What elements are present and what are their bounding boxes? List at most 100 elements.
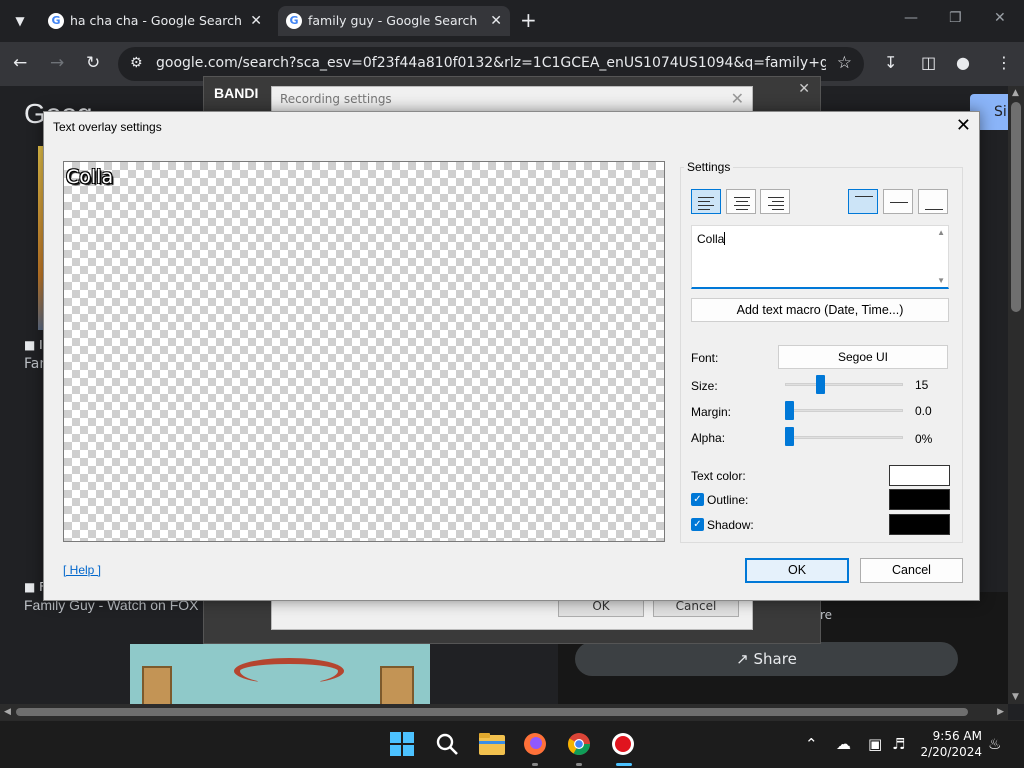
bandicam-close-icon[interactable]: ✕ [798, 81, 810, 97]
scroll-thumb[interactable] [16, 708, 968, 716]
alpha-slider[interactable] [785, 436, 903, 439]
share-button[interactable]: ↗ Share [575, 642, 958, 676]
url-text[interactable]: google.com/search?sca_esv=0f23f44a810f01… [156, 55, 826, 71]
google-favicon-icon: G [48, 13, 64, 29]
firefox-icon[interactable] [522, 731, 550, 759]
text-caret [724, 232, 726, 245]
margin-label: Margin: [691, 405, 732, 419]
preview-text: Colla [66, 166, 114, 188]
clock-time: 9:56 AM [932, 729, 982, 743]
scroll-thumb[interactable] [1011, 102, 1021, 312]
wreath-shape [234, 658, 344, 684]
settings-legend: Settings [684, 160, 734, 174]
size-slider-thumb[interactable] [815, 375, 825, 394]
tab-strip: ▼ G ha cha cha - Google Search ✕ G famil… [0, 0, 1024, 42]
size-slider[interactable] [785, 383, 903, 386]
alpha-value: 0% [915, 432, 933, 446]
outline-color-swatch[interactable] [889, 489, 950, 510]
overlay-preview: Colla [63, 161, 665, 542]
firefox-running-indicator [532, 763, 538, 766]
bandicam-record-icon[interactable] [610, 731, 638, 759]
restore-button[interactable]: ❐ [949, 10, 962, 26]
shadow-label[interactable]: Shadow: [707, 518, 754, 532]
recording-close-icon[interactable]: ✕ [731, 89, 744, 108]
profile-icon[interactable]: ● [956, 53, 970, 72]
font-select-button[interactable]: Segoe UI [778, 345, 948, 369]
dialog-close-icon[interactable]: ✕ [956, 115, 971, 136]
forward-icon[interactable]: → [50, 53, 64, 73]
ok-button[interactable]: OK [745, 558, 849, 583]
tab-ha-cha-cha[interactable]: G ha cha cha - Google Search ✕ [40, 6, 270, 36]
alpha-slider-thumb[interactable] [785, 427, 794, 446]
font-label: Font: [691, 351, 719, 365]
textarea-scroll-up-icon[interactable]: ▲ [937, 228, 945, 237]
size-value: 15 [915, 378, 929, 392]
align-right-button[interactable] [760, 189, 790, 214]
overlay-text-input[interactable]: Colla ▲ ▼ [691, 225, 949, 289]
scroll-down-icon[interactable]: ▼ [1012, 692, 1019, 702]
bandicam-active-indicator [616, 763, 632, 766]
system-clock[interactable]: 9:56 AM 2/20/2024 [918, 728, 982, 760]
horizontal-scrollbar[interactable]: ◀ ▶ [0, 704, 1008, 720]
scroll-left-icon[interactable]: ◀ [4, 707, 11, 717]
taskbar: ⌃ ☁ ▣ ♬ 9:56 AM 2/20/2024 ♨ [0, 720, 1024, 768]
text-color-swatch[interactable] [889, 465, 950, 486]
window-close-button[interactable]: ✕ [994, 10, 1006, 26]
new-tab-button[interactable]: + [520, 8, 537, 32]
help-link[interactable]: [ Help ] [63, 563, 101, 577]
search-icon[interactable] [434, 731, 462, 759]
site-info-icon[interactable]: ⚙ [130, 55, 143, 71]
vertical-scrollbar[interactable]: ▲ ▼ [1008, 86, 1024, 704]
overlay-text-value[interactable]: Colla [697, 232, 724, 246]
text-color-label: Text color: [691, 469, 746, 483]
windows-start-icon[interactable] [389, 731, 417, 759]
panel-text: re [820, 608, 833, 622]
margin-slider[interactable] [785, 409, 903, 412]
tab-label: family guy - Google Search [308, 13, 478, 28]
door-shape [142, 666, 172, 704]
align-center-button[interactable] [726, 189, 756, 214]
alpha-label: Alpha: [691, 431, 726, 445]
result-source-icon: ■ I [24, 338, 43, 352]
cancel-button[interactable]: Cancel [860, 558, 963, 583]
outline-checkbox[interactable]: ✓ [691, 493, 704, 506]
tab-family-guy[interactable]: G family guy - Google Search ✕ [278, 6, 510, 36]
share-icon: ↗ [736, 650, 749, 668]
margin-slider-thumb[interactable] [785, 401, 794, 420]
text-overlay-dialog: Text overlay settings ✕ Colla Settings C… [43, 111, 980, 601]
chrome-running-indicator [576, 763, 582, 766]
close-tab-icon[interactable]: ✕ [490, 6, 502, 36]
textarea-scroll-down-icon[interactable]: ▼ [937, 276, 945, 285]
side-panel-icon[interactable]: ◫ [921, 53, 936, 72]
shadow-color-swatch[interactable] [889, 514, 950, 535]
add-text-macro-button[interactable]: Add text macro (Date, Time...) [691, 298, 949, 322]
scroll-right-icon[interactable]: ▶ [997, 707, 1004, 717]
valign-top-button[interactable] [848, 189, 878, 214]
menu-icon[interactable]: ⋮ [996, 53, 1012, 72]
display-icon[interactable]: ▣ [868, 735, 882, 753]
chrome-icon[interactable] [566, 731, 594, 759]
outline-label[interactable]: Outline: [707, 493, 748, 507]
valign-middle-button[interactable] [883, 189, 913, 214]
show-hidden-icons-icon[interactable]: ⌃ [805, 735, 818, 753]
file-explorer-icon[interactable] [478, 731, 506, 759]
tab-search-button[interactable]: ▼ [7, 8, 33, 34]
notification-bell-icon[interactable]: ♨ [988, 735, 1001, 753]
share-label: Share [753, 650, 797, 668]
valign-bottom-button[interactable] [918, 189, 948, 214]
clock-date: 2/20/2024 [920, 745, 982, 759]
margin-value: 0.0 [915, 404, 932, 418]
align-left-button[interactable] [691, 189, 721, 214]
volume-icon[interactable]: ♬ [892, 735, 905, 753]
result-image[interactable] [130, 644, 430, 704]
reload-icon[interactable]: ↻ [86, 53, 100, 73]
scroll-up-icon[interactable]: ▲ [1012, 88, 1019, 98]
download-icon[interactable]: ↧ [884, 53, 897, 72]
back-icon[interactable]: ← [13, 53, 27, 73]
close-tab-icon[interactable]: ✕ [250, 6, 262, 36]
bookmark-star-icon[interactable]: ☆ [837, 53, 852, 73]
network-icon[interactable]: ☁ [836, 735, 851, 753]
shadow-checkbox[interactable]: ✓ [691, 518, 704, 531]
minimize-button[interactable]: — [904, 10, 918, 26]
door-shape [380, 666, 414, 704]
